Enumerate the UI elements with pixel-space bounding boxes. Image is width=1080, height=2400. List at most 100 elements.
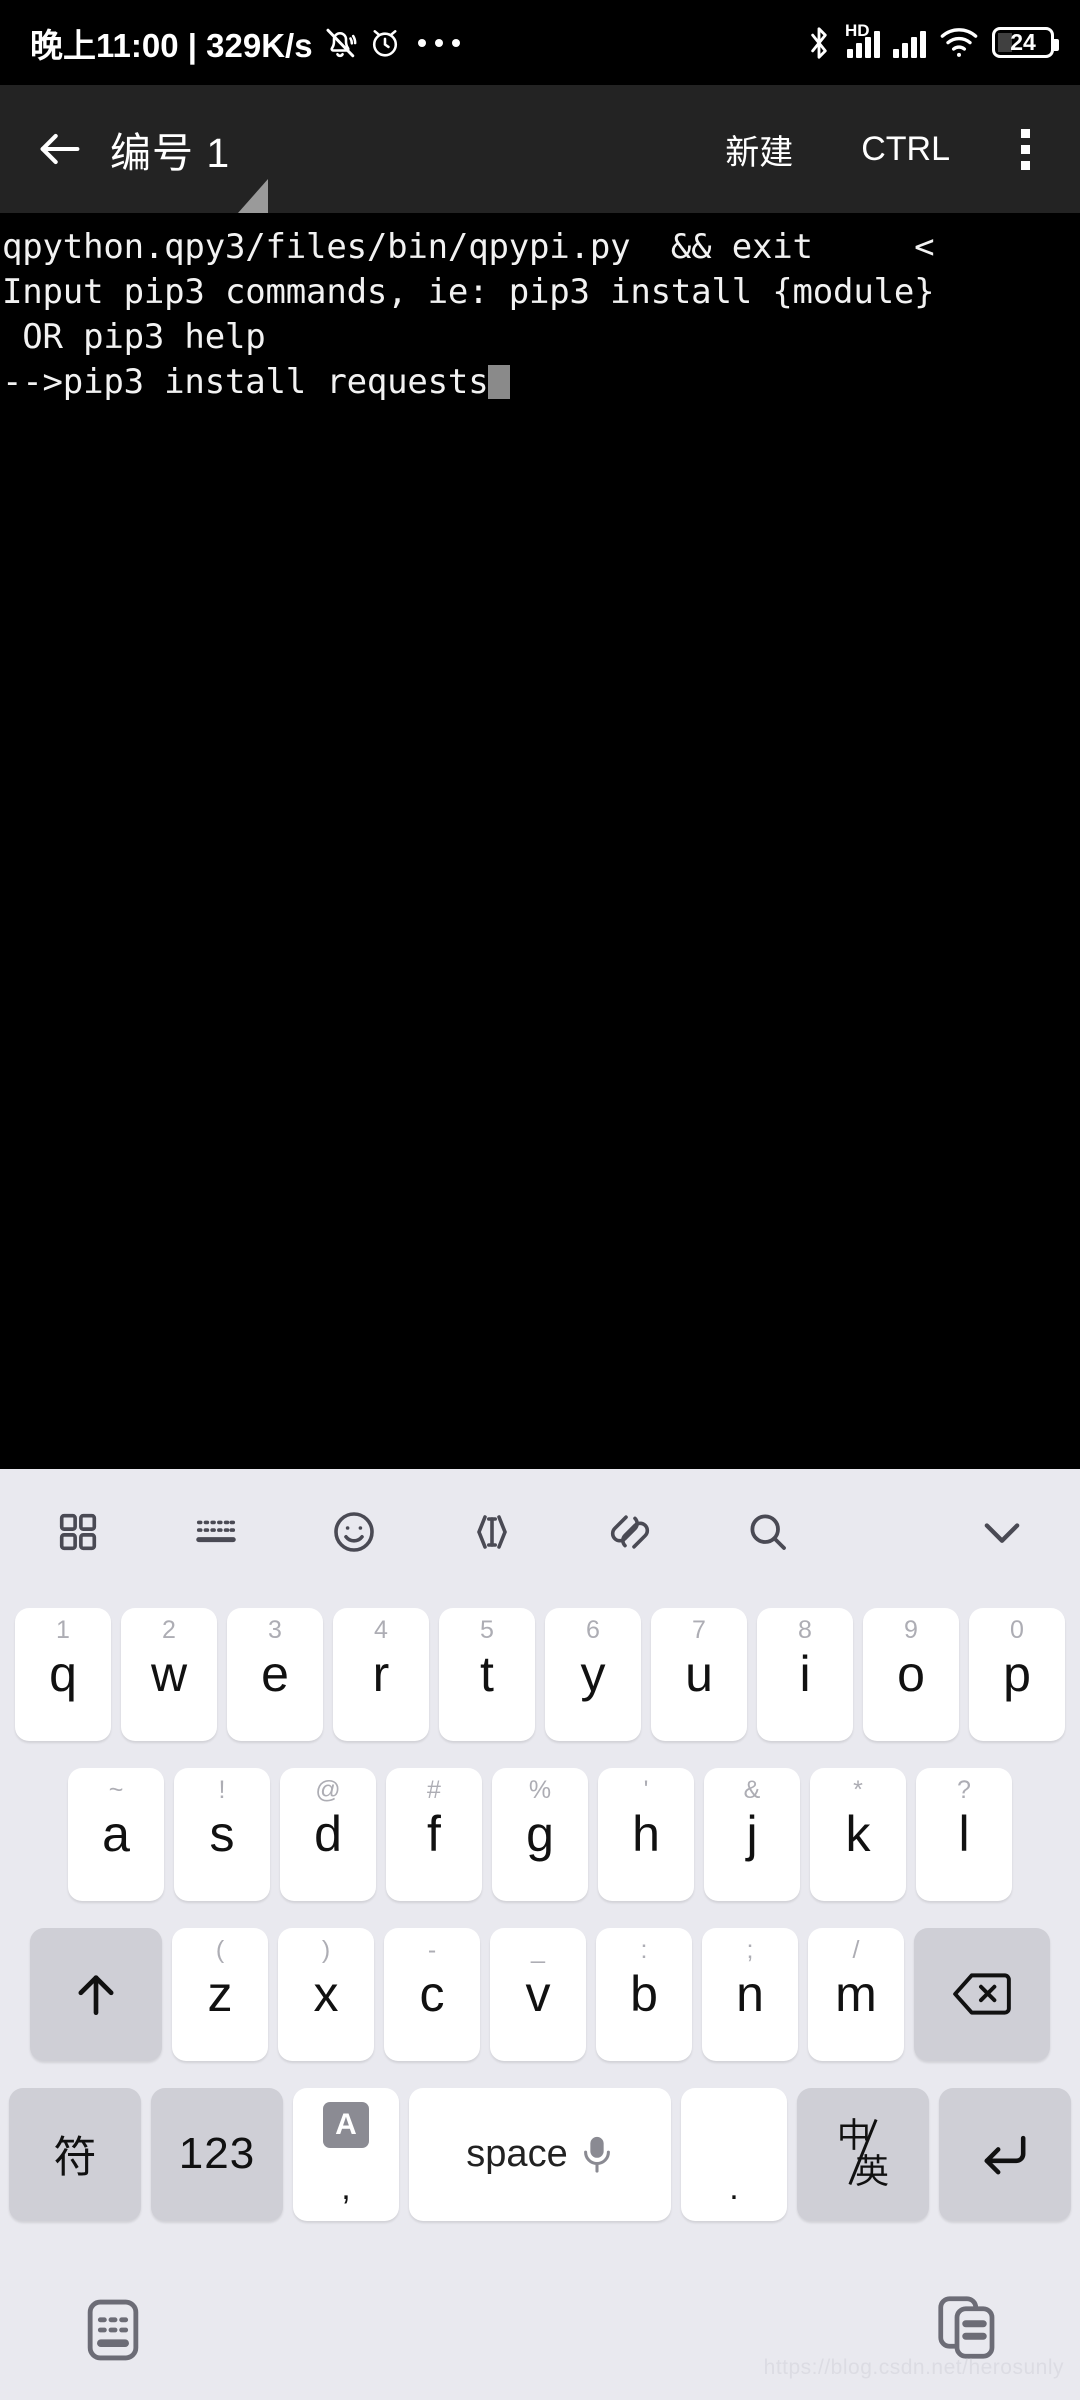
key-label: d <box>314 1806 342 1862</box>
numbers-key[interactable]: 123 <box>151 2087 283 2221</box>
key-v[interactable]: _ v <box>490 1927 586 2061</box>
key-label: e <box>261 1646 289 1702</box>
lang-cn-label: 中 <box>837 2117 871 2155</box>
kebab-menu-icon[interactable] <box>994 109 1056 189</box>
enter-key[interactable] <box>939 2087 1071 2221</box>
comma-key[interactable]: A , <box>293 2087 399 2221</box>
key-label: a <box>102 1806 130 1862</box>
resize-handle-icon[interactable] <box>238 179 269 213</box>
key-sup: ! <box>218 1775 226 1804</box>
battery-icon: 24 <box>992 27 1059 58</box>
key-m[interactable]: / m <box>808 1927 904 2061</box>
key-sup: 2 <box>162 1615 176 1644</box>
search-icon[interactable] <box>732 1496 804 1568</box>
battery-percent: 24 <box>1010 29 1036 55</box>
symbols-key[interactable]: 符 <box>9 2087 141 2221</box>
key-sup: ; <box>746 1935 754 1964</box>
key-t[interactable]: 5t <box>439 1607 535 1741</box>
terminal-line: OR pip3 help <box>2 317 266 357</box>
key-r[interactable]: 4r <box>333 1607 429 1741</box>
title-group: 编号 1 <box>110 119 269 213</box>
key-sup: 3 <box>268 1615 282 1644</box>
terminal-output[interactable]: qpython.qpy3/files/bin/qpypi.py && exit … <box>0 213 1080 1469</box>
back-arrow-icon[interactable] <box>28 117 92 181</box>
key-k[interactable]: * k <box>810 1767 906 1901</box>
backspace-key[interactable] <box>914 1927 1050 2061</box>
key-sup: # <box>427 1775 441 1804</box>
key-q[interactable]: 1q <box>15 1607 111 1741</box>
key-o[interactable]: 9o <box>863 1607 959 1741</box>
key-sup: % <box>528 1775 552 1804</box>
key-label: x <box>313 1966 339 2022</box>
key-j[interactable]: & j <box>704 1767 800 1901</box>
lang-label-group: 中 英 <box>837 2118 889 2189</box>
terminal-line: Input pip3 commands, ie: pip3 install {m… <box>2 272 935 312</box>
key-f[interactable]: # f <box>386 1767 482 1901</box>
terminal-cursor <box>488 365 511 399</box>
shift-key[interactable] <box>30 1927 162 2061</box>
key-sup: 0 <box>1010 1615 1024 1644</box>
key-label: j <box>746 1806 758 1862</box>
key-label: i <box>799 1646 811 1702</box>
more-dots-icon <box>417 38 460 47</box>
key-w[interactable]: 2w <box>121 1607 217 1741</box>
period-key[interactable]: . <box>681 2087 787 2221</box>
key-sup: 1 <box>56 1615 70 1644</box>
key-label: m <box>835 1966 877 2022</box>
key-sup: 5 <box>480 1615 494 1644</box>
key-label: b <box>630 1966 658 2022</box>
key-e[interactable]: 3e <box>227 1607 323 1741</box>
signal-bars-2 <box>893 28 926 58</box>
key-sup: * <box>853 1775 863 1804</box>
collapse-chevron-icon[interactable] <box>966 1496 1038 1568</box>
lang-en-label: 英 <box>855 2153 889 2191</box>
system-nav-bar: https://blog.csdn.net/herosunly <box>0 2260 1080 2400</box>
key-n[interactable]: ; n <box>702 1927 798 2061</box>
new-session-button[interactable]: 新建 <box>691 125 827 174</box>
key-z[interactable]: (z <box>172 1927 268 2061</box>
key-sup: ' <box>643 1775 649 1804</box>
ctrl-button[interactable]: CTRL <box>827 130 984 169</box>
caps-badge-icon: A <box>323 2101 369 2148</box>
language-toggle-key[interactable]: 中 英 <box>797 2087 929 2221</box>
terminal-prompt-text: -->pip3 install requests <box>2 362 489 402</box>
key-d[interactable]: @ d <box>280 1767 376 1901</box>
keyboard-row-2: ~ a ! s @ d # f % g ' h & j * k ? l <box>0 1754 1080 1914</box>
key-y[interactable]: 6y <box>545 1607 641 1741</box>
hide-keyboard-icon[interactable] <box>58 2280 168 2380</box>
key-p[interactable]: 0p <box>969 1607 1065 1741</box>
app-header: 编号 1 新建 CTRL <box>0 85 1080 213</box>
key-c[interactable]: -c <box>384 1927 480 2061</box>
key-label-group: space <box>466 2133 613 2176</box>
emoji-icon[interactable] <box>318 1496 390 1568</box>
key-label: n <box>736 1966 764 2022</box>
key-u[interactable]: 7u <box>651 1607 747 1741</box>
virtual-keyboard: 1q 2w 3e 4r 5t 6y 7u 8i 9o 0p ~ a ! s @ d #… <box>0 1469 1080 2260</box>
key-b[interactable]: :b <box>596 1927 692 2061</box>
key-l[interactable]: ? l <box>916 1767 1012 1901</box>
key-g[interactable]: % g <box>492 1767 588 1901</box>
key-label: y <box>580 1646 606 1702</box>
key-s[interactable]: ! s <box>174 1767 270 1901</box>
hd-signal-icon: HD <box>845 22 880 58</box>
key-sup: / <box>852 1935 860 1964</box>
text-cursor-icon[interactable] <box>456 1496 528 1568</box>
key-x[interactable]: ) x <box>278 1927 374 2061</box>
header-actions: 新建 CTRL <box>691 109 1056 189</box>
clip-icon[interactable] <box>594 1496 666 1568</box>
key-sup: ( <box>215 1935 225 1964</box>
key-label: q <box>49 1646 77 1702</box>
key-h[interactable]: ' h <box>598 1767 694 1901</box>
key-label: r <box>372 1646 390 1702</box>
status-bar-left: 晚上11:00 | 329K/s <box>30 19 460 67</box>
key-sup: ) <box>321 1935 331 1964</box>
key-sup: 6 <box>586 1615 600 1644</box>
apps-grid-icon[interactable] <box>42 1496 114 1568</box>
key-a[interactable]: ~ a <box>68 1767 164 1901</box>
backspace-icon <box>953 1973 1011 2015</box>
keyboard-icon[interactable] <box>180 1496 252 1568</box>
key-i[interactable]: 8i <box>757 1607 853 1741</box>
space-key[interactable]: space <box>409 2087 671 2221</box>
key-label: h <box>632 1806 660 1862</box>
phone-screen: 晚上11:00 | 329K/s HD 24 编号 1 新建 CTRL qpyt… <box>0 0 1080 2400</box>
